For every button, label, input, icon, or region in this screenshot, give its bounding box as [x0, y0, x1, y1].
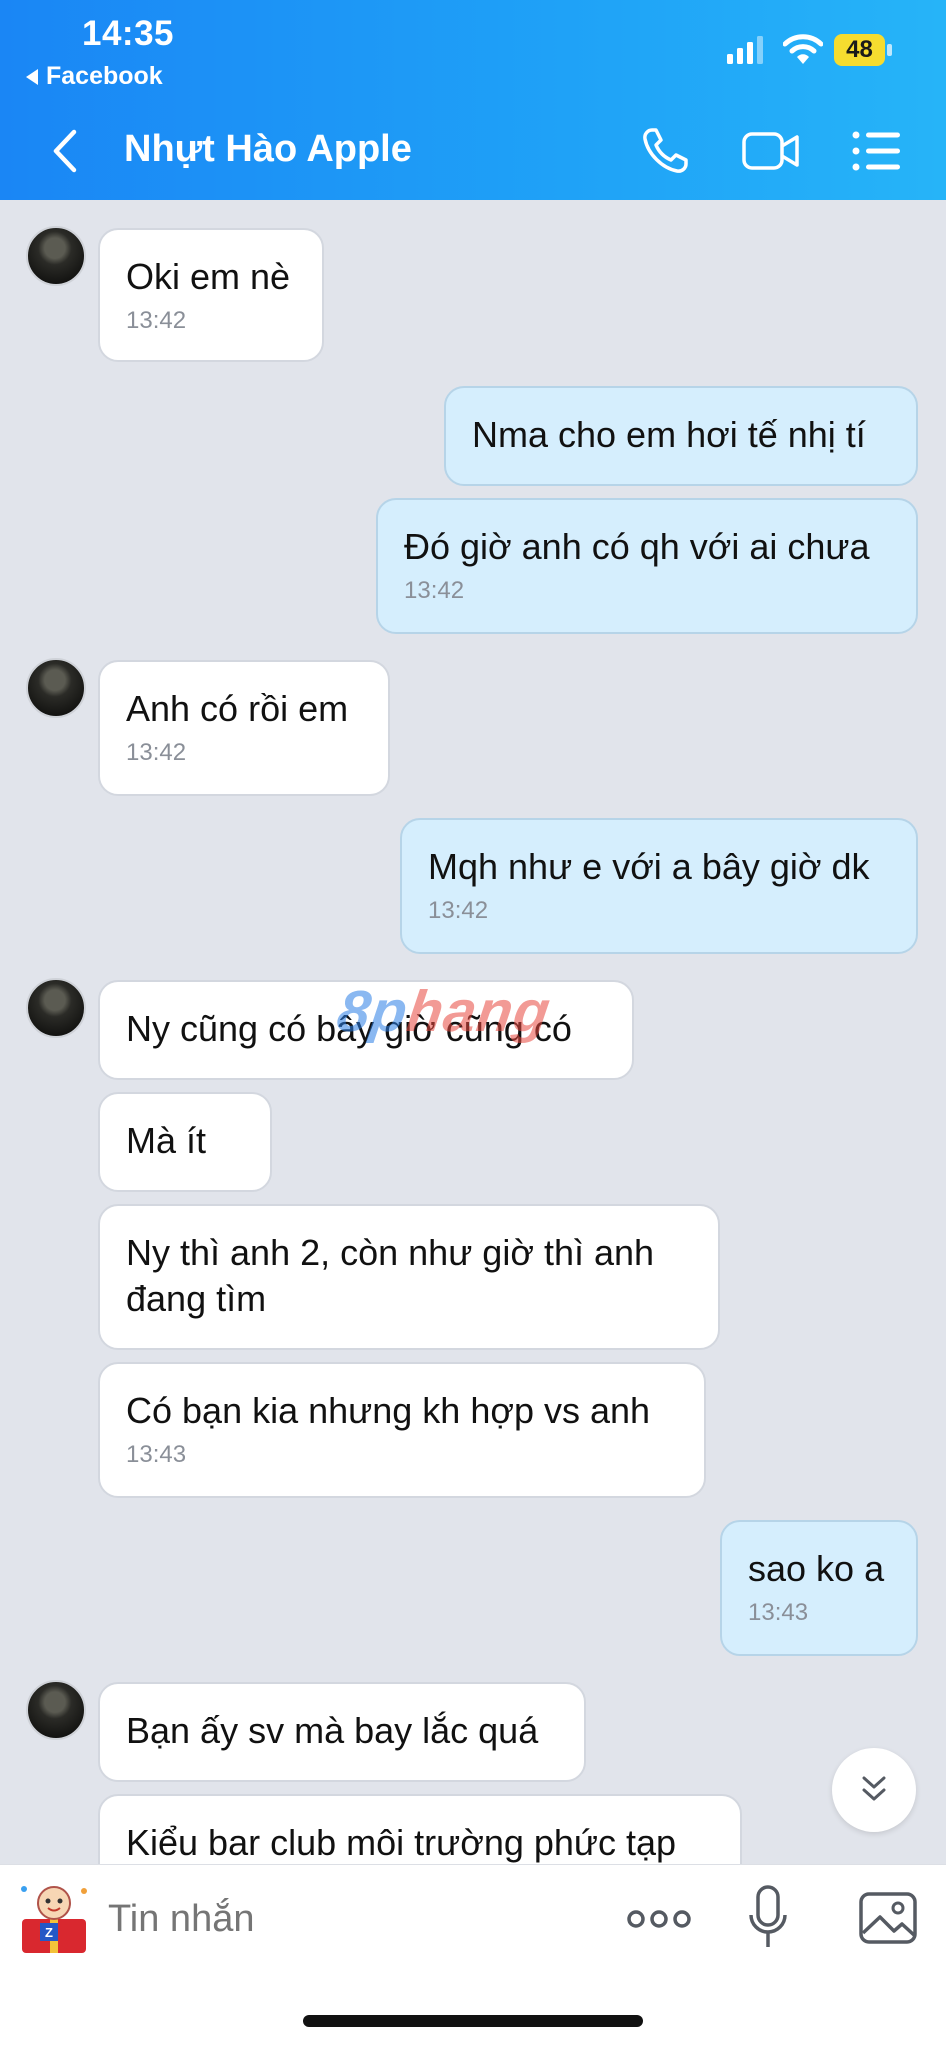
menu-list-icon[interactable]	[852, 130, 902, 172]
contact-name[interactable]: Nhựt Hào Apple	[124, 128, 412, 171]
message-time: 13:42	[404, 577, 465, 604]
video-call-icon[interactable]	[742, 128, 800, 174]
message-time: 13:43	[748, 1599, 809, 1626]
message-text: Ny thì anh 2, còn như giờ thì anh đang t…	[126, 1232, 655, 1319]
message-text: sao ko a	[748, 1548, 885, 1589]
back-app-label: Facebook	[46, 62, 163, 90]
signal-icon	[727, 36, 763, 64]
message-bubble-incoming[interactable]: Mà ít	[98, 1092, 272, 1192]
watermark-prefix: 8p	[333, 979, 413, 1044]
message-text: Có bạn kia nhưng kh hợp vs anh	[126, 1390, 651, 1431]
message-bubble-outgoing[interactable]: Mqh như e với a bây giờ dk 13:42	[400, 818, 918, 954]
message-bubble-incoming[interactable]: Ny thì anh 2, còn như giờ thì anh đang t…	[98, 1204, 720, 1350]
message-bubble-incoming[interactable]: Có bạn kia nhưng kh hợp vs anh 13:43	[98, 1362, 706, 1498]
message-text: Oki em nè	[126, 256, 291, 297]
double-chevron-down-icon	[862, 1776, 886, 1801]
battery-cap	[887, 44, 892, 56]
image-gallery-icon[interactable]	[858, 1891, 918, 1945]
wifi-icon	[783, 34, 823, 64]
message-input[interactable]	[108, 1889, 528, 1949]
contact-avatar[interactable]	[26, 226, 86, 286]
back-chevron-icon[interactable]	[48, 128, 84, 174]
scroll-to-bottom-button[interactable]	[832, 1748, 916, 1832]
svg-text:Z: Z	[45, 1925, 53, 1940]
microphone-icon[interactable]	[748, 1885, 788, 1951]
message-bubble-outgoing[interactable]: Đó giờ anh có qh với ai chưa 13:42	[376, 498, 918, 634]
message-bubble-incoming[interactable]: Anh có rồi em 13:42	[98, 660, 390, 796]
message-text: Mqh như e với a bây giờ dk	[428, 846, 870, 887]
phone-call-icon[interactable]	[640, 126, 690, 176]
watermark-suffix: hang	[403, 979, 555, 1044]
message-time: 13:42	[126, 307, 187, 334]
message-text: Nma cho em hơi tế nhị tí	[472, 414, 866, 455]
more-options-icon[interactable]	[626, 1899, 692, 1939]
status-time: 14:35	[82, 14, 175, 53]
message-text: Anh có rồi em	[126, 688, 349, 729]
message-text: Đó giờ anh có qh với ai chưa	[404, 526, 870, 567]
message-bubble-incoming[interactable]: Oki em nè 13:42	[98, 228, 324, 362]
message-bubble-incoming[interactable]: Bạn ấy sv mà bay lắc quá	[98, 1682, 586, 1782]
sticker-gift-icon[interactable]: Z	[14, 1877, 94, 1957]
message-text: Kiểu bar club môi trường phức tạp	[126, 1822, 677, 1863]
message-input-bar: Z	[0, 1864, 946, 2049]
home-indicator	[303, 2015, 643, 2027]
chat-header: 14:35 Facebook 48 Nhựt Hào Apple	[0, 0, 946, 200]
battery-indicator: 48	[834, 34, 894, 66]
back-to-app-link[interactable]: Facebook	[26, 62, 163, 91]
message-time: 13:42	[126, 739, 187, 766]
message-text: Bạn ấy sv mà bay lắc quá	[126, 1710, 539, 1751]
contact-avatar[interactable]	[26, 978, 86, 1038]
contact-avatar[interactable]	[26, 1680, 86, 1740]
message-text: Mà ít	[126, 1120, 207, 1161]
message-bubble-outgoing[interactable]: sao ko a 13:43	[720, 1520, 918, 1656]
contact-avatar[interactable]	[26, 658, 86, 718]
message-time: 13:43	[126, 1441, 187, 1468]
back-triangle-icon	[26, 68, 38, 85]
battery-level: 48	[834, 34, 885, 66]
message-bubble-outgoing[interactable]: Nma cho em hơi tế nhị tí	[444, 386, 918, 486]
message-time: 13:42	[428, 897, 489, 924]
site-watermark: 8phang	[333, 978, 555, 1045]
